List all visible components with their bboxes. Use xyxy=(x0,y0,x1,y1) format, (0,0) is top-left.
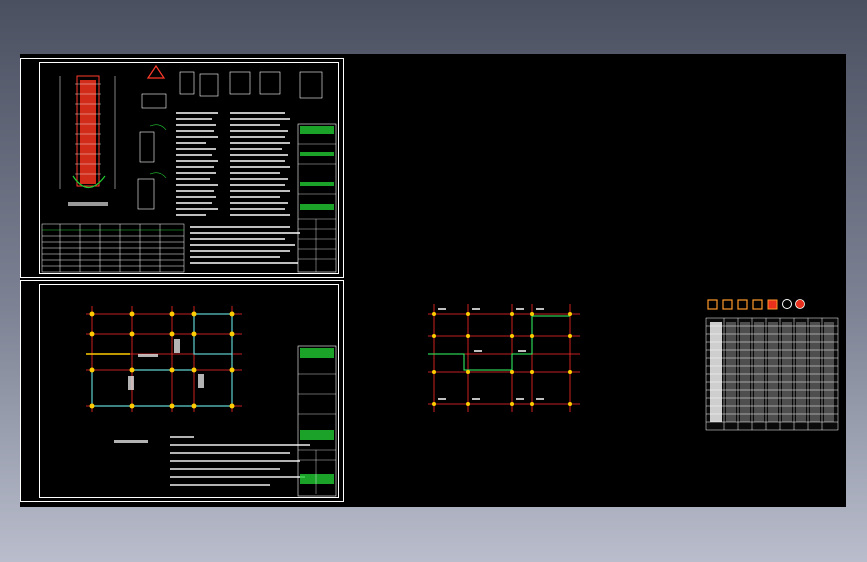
drawing-canvas xyxy=(41,64,839,497)
plan-title-block xyxy=(297,345,337,497)
detail-bottom-table xyxy=(41,223,185,273)
column-grid-plan xyxy=(428,304,580,412)
cad-model-space[interactable] xyxy=(20,54,846,507)
pile-schedule-table xyxy=(705,317,839,431)
pile-elevation-detail xyxy=(59,75,116,206)
notes-text-block xyxy=(176,112,300,264)
detail-title-block xyxy=(297,123,337,273)
plan-notes xyxy=(114,436,310,486)
legend-symbols xyxy=(707,299,805,310)
foundation-plan-grid xyxy=(86,306,242,412)
